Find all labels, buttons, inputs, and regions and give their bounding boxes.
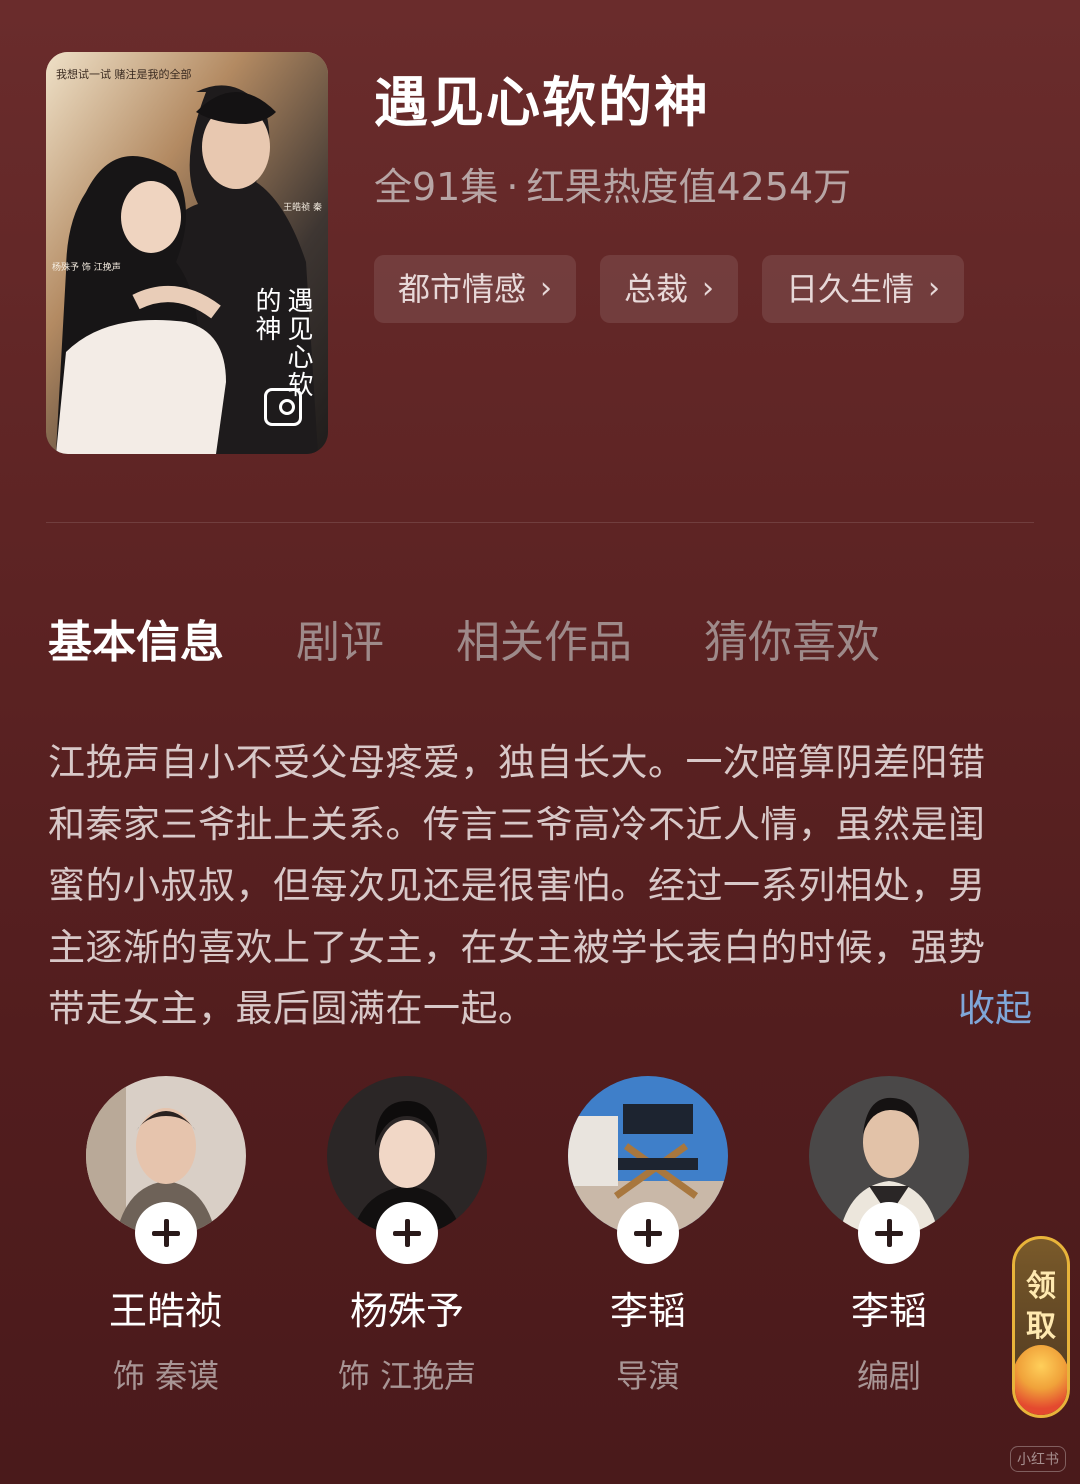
- tab-reviews[interactable]: 剧评: [296, 606, 384, 670]
- meta-separator: ·: [506, 165, 519, 209]
- cast-role: 导演: [615, 1357, 680, 1395]
- tag-label: 日久生情: [786, 270, 915, 308]
- cast-member[interactable]: 杨殊予 饰 江挽声: [287, 1076, 527, 1397]
- tab-recommendations[interactable]: 猜你喜欢: [704, 606, 880, 670]
- drama-title: 遇见心软的神: [374, 71, 710, 134]
- follow-plus-icon[interactable]: [617, 1202, 679, 1264]
- tag-urban-romance[interactable]: 都市情感 ›: [374, 255, 577, 323]
- tag-label: 都市情感: [398, 270, 527, 308]
- claim-reward-widget[interactable]: 领取: [1012, 1236, 1070, 1418]
- drama-meta: 全91集 · 红果热度值4254万: [374, 156, 851, 211]
- synopsis-text: 江挽声自小不受父母疼爱，独自长大。一次暗算阴差阳错和秦家三爷扯上关系。传言三爷高…: [48, 741, 986, 1030]
- cast-name: 王皓祯: [108, 1289, 223, 1333]
- poster-credit-actress: 杨殊予 饰 江挽声: [52, 263, 121, 273]
- follow-plus-icon[interactable]: [376, 1202, 438, 1264]
- episode-count: 全91集: [374, 165, 499, 209]
- chevron-right-icon: ›: [540, 271, 553, 306]
- tab-related-works[interactable]: 相关作品: [456, 606, 632, 670]
- cast-name: 杨殊予: [349, 1289, 464, 1333]
- cast-role: 饰 秦谟: [112, 1357, 220, 1395]
- heat-value: 红果热度值4254万: [526, 165, 852, 209]
- coin-icon: [1015, 1345, 1067, 1415]
- tab-basic-info[interactable]: 基本信息: [48, 606, 224, 670]
- tag-slow-burn[interactable]: 日久生情 ›: [762, 255, 965, 323]
- cast-member[interactable]: 李韬 编剧: [769, 1076, 1009, 1397]
- cast-name: 李韬: [850, 1289, 927, 1333]
- cast-role: 饰 江挽声: [337, 1357, 477, 1395]
- section-divider: [46, 522, 1034, 523]
- poster-credit-actor: 王皓祯 秦: [283, 203, 322, 213]
- detail-tabs: 基本信息 剧评 相关作品 猜你喜欢: [48, 606, 952, 670]
- tag-label: 总裁: [624, 270, 689, 308]
- cast-member[interactable]: 李韬 导演: [528, 1076, 768, 1397]
- cast-member[interactable]: 王皓祯 饰 秦谟: [46, 1076, 286, 1397]
- cast-name: 李韬: [609, 1289, 686, 1333]
- collapse-link[interactable]: 收起: [958, 978, 1032, 1040]
- watermark: 小红书: [1010, 1446, 1066, 1472]
- follow-plus-icon[interactable]: [858, 1202, 920, 1264]
- drama-poster[interactable]: 我想试一试 赌注是我的全部 杨殊予 饰 江挽声 王皓祯 秦 遇见心软的神: [46, 52, 328, 454]
- follow-plus-icon[interactable]: [135, 1202, 197, 1264]
- chevron-right-icon: ›: [702, 271, 715, 306]
- platform-badge-icon: [264, 388, 302, 426]
- poster-tagline: 我想试一试 赌注是我的全部: [56, 68, 192, 81]
- tag-ceo[interactable]: 总裁 ›: [600, 255, 739, 323]
- genre-tags: 都市情感 › 总裁 › 日久生情 ›: [374, 255, 965, 323]
- cast-role: 编剧: [856, 1357, 921, 1395]
- chevron-right-icon: ›: [928, 271, 941, 306]
- claim-label: 领取: [1026, 1269, 1056, 1344]
